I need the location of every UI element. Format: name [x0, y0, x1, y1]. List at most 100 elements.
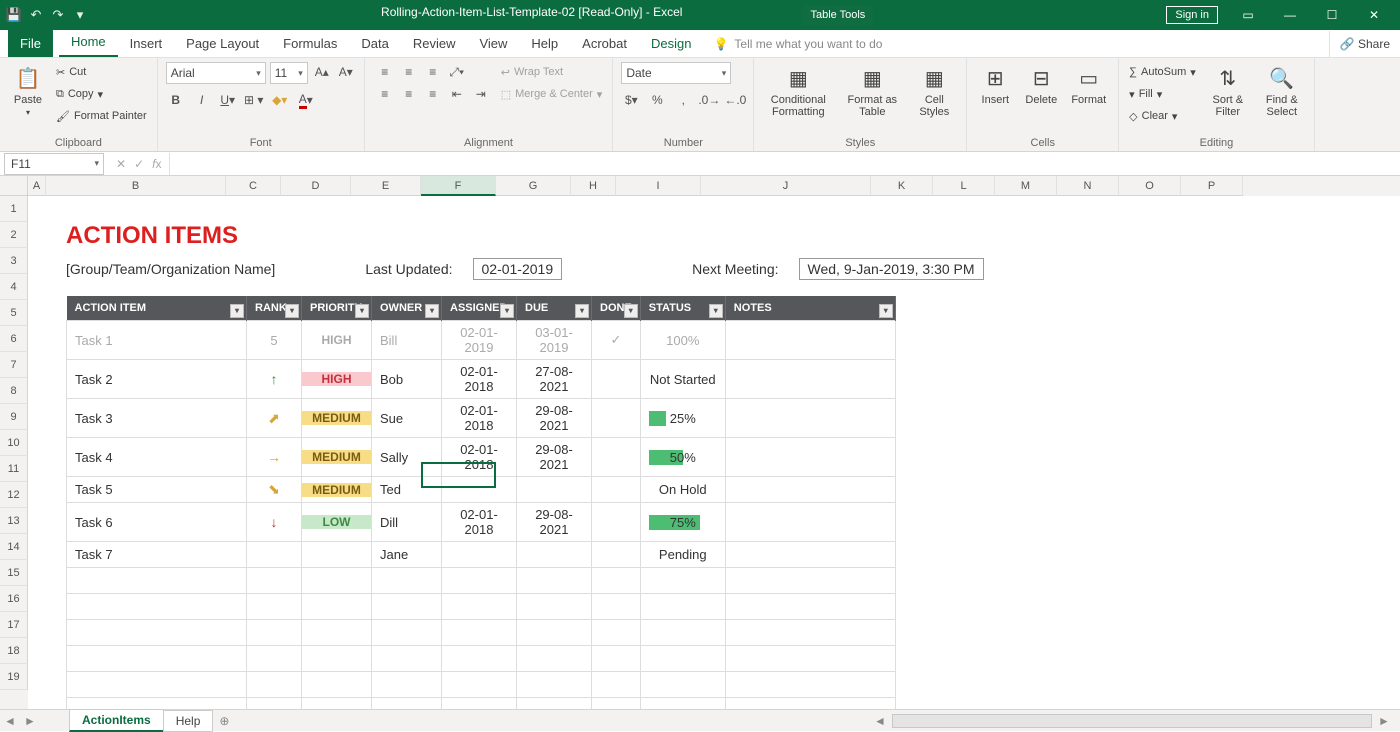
- table-row[interactable]: [67, 594, 896, 620]
- formula-input[interactable]: [169, 153, 1400, 175]
- filter-icon[interactable]: ▾: [879, 304, 893, 318]
- table-row[interactable]: [67, 568, 896, 594]
- tab-view[interactable]: View: [467, 30, 519, 57]
- align-middle-icon[interactable]: ≡: [399, 62, 419, 82]
- find-select-button[interactable]: 🔍Find & Select: [1258, 62, 1306, 120]
- table-row[interactable]: [67, 646, 896, 672]
- align-right-icon[interactable]: ≡: [423, 84, 443, 104]
- fx-icon[interactable]: fx: [152, 157, 161, 171]
- increase-indent-icon[interactable]: ⇥: [471, 84, 491, 104]
- font-size-combo[interactable]: 11: [270, 62, 308, 84]
- tab-page-layout[interactable]: Page Layout: [174, 30, 271, 57]
- tab-home[interactable]: Home: [59, 28, 118, 57]
- underline-icon[interactable]: U ▾: [218, 90, 238, 110]
- row-header[interactable]: 9: [0, 404, 28, 430]
- horizontal-scrollbar[interactable]: [892, 714, 1372, 728]
- table-row[interactable]: Task 3⬈MEDIUMSue02-01-201829-08-202125%: [67, 399, 896, 438]
- column-header-K[interactable]: K: [871, 176, 933, 196]
- tab-formulas[interactable]: Formulas: [271, 30, 349, 57]
- decrease-decimal-icon[interactable]: ←.0: [725, 90, 745, 110]
- increase-font-icon[interactable]: A▴: [312, 62, 332, 82]
- filter-icon[interactable]: ▾: [230, 304, 244, 318]
- row-header[interactable]: 19: [0, 664, 28, 690]
- tab-review[interactable]: Review: [401, 30, 468, 57]
- currency-icon[interactable]: $▾: [621, 90, 641, 110]
- tab-help[interactable]: Help: [519, 30, 570, 57]
- italic-icon[interactable]: I: [192, 90, 212, 110]
- number-format-combo[interactable]: Date: [621, 62, 731, 84]
- row-header[interactable]: 11: [0, 456, 28, 482]
- cut-button[interactable]: ✂Cut: [54, 62, 149, 82]
- row-header[interactable]: 12: [0, 482, 28, 508]
- table-row[interactable]: Task 4→MEDIUMSally02-01-201829-08-202150…: [67, 438, 896, 477]
- format-as-table-button[interactable]: ▦Format as Table: [840, 62, 904, 120]
- row-header[interactable]: 8: [0, 378, 28, 404]
- align-bottom-icon[interactable]: ≡: [423, 62, 443, 82]
- column-header-C[interactable]: C: [226, 176, 281, 196]
- filter-icon[interactable]: ▾: [425, 304, 439, 318]
- column-header-B[interactable]: B: [46, 176, 226, 196]
- filter-icon[interactable]: ▾: [285, 304, 299, 318]
- bold-icon[interactable]: B: [166, 90, 186, 110]
- last-updated-value[interactable]: 02-01-2019: [473, 258, 563, 280]
- column-header-L[interactable]: L: [933, 176, 995, 196]
- row-header[interactable]: 5: [0, 300, 28, 326]
- save-icon[interactable]: 💾: [6, 7, 22, 23]
- clear-button[interactable]: ◇Clear ▾: [1127, 106, 1198, 126]
- align-top-icon[interactable]: ≡: [375, 62, 395, 82]
- add-sheet-button[interactable]: ⊕: [213, 714, 235, 728]
- tab-file[interactable]: File: [8, 30, 53, 57]
- filter-icon[interactable]: ▾: [709, 304, 723, 318]
- align-left-icon[interactable]: ≡: [375, 84, 395, 104]
- maximize-icon[interactable]: ☐: [1312, 1, 1352, 29]
- table-row[interactable]: Task 7JanePending: [67, 542, 896, 568]
- row-header[interactable]: 15: [0, 560, 28, 586]
- column-header-J[interactable]: J: [701, 176, 871, 196]
- font-name-combo[interactable]: Arial: [166, 62, 266, 84]
- font-color-icon[interactable]: A▾: [296, 90, 316, 110]
- filter-icon[interactable]: ▾: [500, 304, 514, 318]
- row-header[interactable]: 3: [0, 248, 28, 274]
- scroll-right-icon[interactable]: ►: [1374, 714, 1394, 728]
- column-header-N[interactable]: N: [1057, 176, 1119, 196]
- row-header[interactable]: 7: [0, 352, 28, 378]
- sign-in-button[interactable]: Sign in: [1166, 6, 1218, 24]
- minimize-icon[interactable]: —: [1270, 1, 1310, 29]
- column-header-A[interactable]: A: [28, 176, 46, 196]
- action-items-table[interactable]: ACTION ITEM▾RANK▾PRIORITY▾OWNER▾ASSIGNED…: [66, 296, 896, 709]
- select-all-button[interactable]: [0, 176, 28, 196]
- cancel-formula-icon[interactable]: ✕: [116, 157, 126, 171]
- column-header-P[interactable]: P: [1181, 176, 1243, 196]
- orientation-icon[interactable]: ⤢▾: [447, 62, 467, 82]
- row-header[interactable]: 18: [0, 638, 28, 664]
- sheet-tab-actionitems[interactable]: ActionItems: [69, 709, 164, 732]
- align-center-icon[interactable]: ≡: [399, 84, 419, 104]
- decrease-indent-icon[interactable]: ⇤: [447, 84, 467, 104]
- fill-color-icon[interactable]: ◆▾: [270, 90, 290, 110]
- tab-data[interactable]: Data: [349, 30, 400, 57]
- wrap-text-button[interactable]: ↩Wrap Text: [499, 62, 605, 82]
- qat-custom-icon[interactable]: ▾: [72, 7, 88, 23]
- row-header[interactable]: 13: [0, 508, 28, 534]
- ribbon-display-icon[interactable]: ▭: [1228, 1, 1268, 29]
- row-header[interactable]: 16: [0, 586, 28, 612]
- enter-formula-icon[interactable]: ✓: [134, 157, 144, 171]
- conditional-formatting-button[interactable]: ▦Conditional Formatting: [762, 62, 834, 120]
- percent-icon[interactable]: %: [647, 90, 667, 110]
- tab-design[interactable]: Design: [639, 30, 703, 57]
- row-header[interactable]: 14: [0, 534, 28, 560]
- column-header-H[interactable]: H: [571, 176, 616, 196]
- sheet-nav-next-icon[interactable]: ►: [20, 714, 40, 728]
- column-header-I[interactable]: I: [616, 176, 701, 196]
- column-header-G[interactable]: G: [496, 176, 571, 196]
- close-icon[interactable]: ✕: [1354, 1, 1394, 29]
- table-row[interactable]: Task 2↑HIGHBob02-01-201827-08-2021Not St…: [67, 360, 896, 399]
- filter-icon[interactable]: ▾: [355, 304, 369, 318]
- table-row[interactable]: [67, 620, 896, 646]
- table-row[interactable]: [67, 698, 896, 710]
- row-header[interactable]: 1: [0, 196, 28, 222]
- row-header[interactable]: 10: [0, 430, 28, 456]
- decrease-font-icon[interactable]: A▾: [336, 62, 356, 82]
- next-meeting-value[interactable]: Wed, 9-Jan-2019, 3:30 PM: [799, 258, 984, 280]
- redo-icon[interactable]: ↷: [50, 7, 66, 23]
